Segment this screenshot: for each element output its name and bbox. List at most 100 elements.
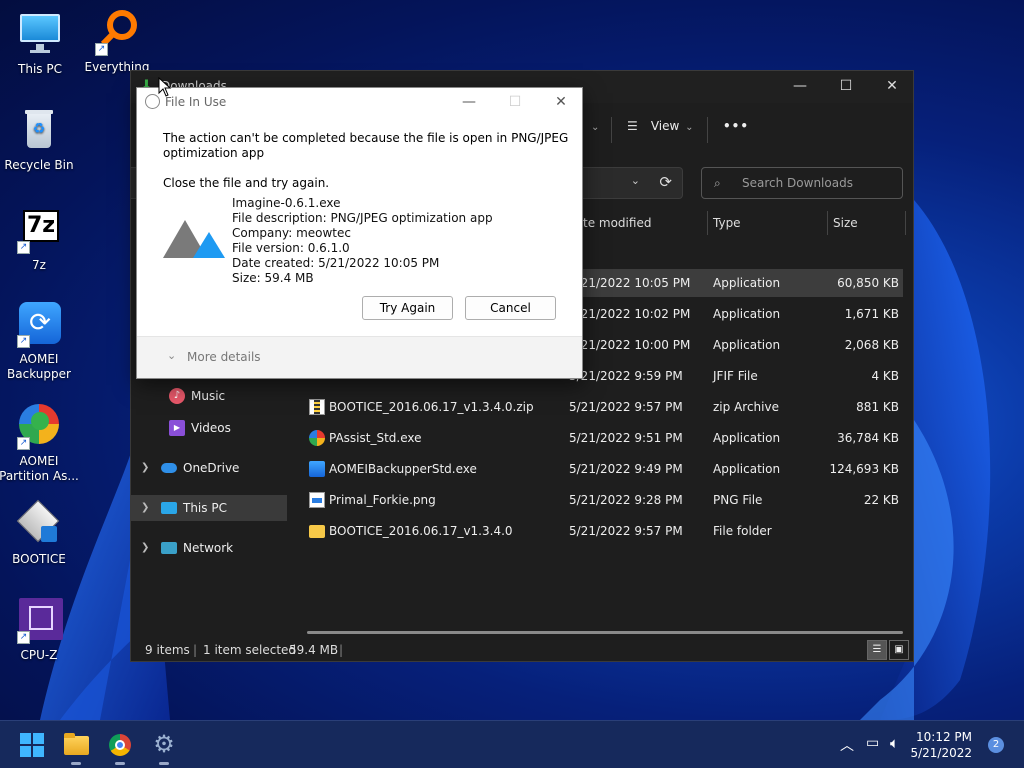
taskbar-clock[interactable]: 10:12 PM 5/21/2022 bbox=[910, 729, 972, 761]
taskbar-chrome[interactable] bbox=[104, 729, 136, 765]
recycle-bin-icon: ♻ bbox=[15, 106, 63, 154]
desktop-icon-aomei-partition[interactable]: ↗ AOMEI Partition As... bbox=[0, 402, 79, 484]
tiles-view-button[interactable]: ▣ bbox=[889, 640, 909, 660]
try-again-button[interactable]: Try Again bbox=[362, 296, 453, 320]
more-details-link[interactable]: More details bbox=[187, 350, 261, 364]
gear-icon: ⚙ bbox=[153, 730, 175, 758]
7zip-icon: 7z ↗ bbox=[15, 206, 63, 254]
address-dropdown-icon[interactable]: ⌄ bbox=[631, 174, 640, 187]
file-size: 124,693 KB bbox=[829, 462, 899, 476]
chevron-down-icon[interactable]: ⌄ bbox=[167, 349, 176, 362]
file-size: 881 KB bbox=[856, 400, 899, 414]
sort-chevron-icon[interactable]: ⌄ bbox=[591, 122, 599, 133]
file-row[interactable]: BOOTICE_2016.06.17_v1.3.4.0.zip 5/21/202… bbox=[307, 393, 903, 421]
file-info-line: Imagine-0.6.1.exe bbox=[232, 196, 341, 210]
windows-logo-icon bbox=[20, 733, 44, 757]
file-row[interactable]: AOMEIBackupperStd.exe 5/21/2022 9:49 PM … bbox=[307, 455, 903, 483]
video-icon: ▶ bbox=[169, 420, 185, 436]
close-button[interactable]: ✕ bbox=[869, 71, 915, 103]
desktop-icon-recycle-bin[interactable]: ♻ Recycle Bin bbox=[0, 106, 79, 173]
horizontal-scrollbar[interactable] bbox=[307, 631, 903, 634]
details-view-button[interactable]: ☰ bbox=[867, 640, 887, 660]
nav-label: OneDrive bbox=[183, 461, 240, 475]
toolbar-divider bbox=[707, 117, 708, 143]
desktop-icon-aomei-backupper[interactable]: ⟳ ↗ AOMEI Backupper bbox=[0, 300, 79, 382]
desktop-icon-label: AOMEI Partition As... bbox=[0, 454, 79, 483]
column-header-size[interactable]: Size bbox=[833, 207, 858, 239]
start-button[interactable] bbox=[16, 729, 48, 761]
view-list-icon: ☰ bbox=[627, 119, 638, 133]
file-size: 1,671 KB bbox=[844, 307, 899, 321]
file-date: 5/21/2022 10:05 PM bbox=[569, 276, 691, 290]
file-type: File folder bbox=[713, 524, 772, 538]
nav-item-network[interactable]: ❯ Network bbox=[131, 535, 287, 561]
file-size: 4 KB bbox=[871, 369, 899, 383]
folder-icon bbox=[64, 736, 89, 755]
nav-label: Network bbox=[183, 541, 234, 555]
cloud-icon bbox=[161, 463, 177, 473]
shortcut-arrow-icon: ↗ bbox=[17, 335, 30, 348]
column-header-type[interactable]: Type bbox=[713, 207, 741, 239]
file-size: 22 KB bbox=[863, 493, 899, 507]
running-indicator bbox=[115, 762, 125, 765]
volume-icon[interactable]: 🔈︎ bbox=[890, 734, 899, 752]
file-name: BOOTICE_2016.06.17_v1.3.4.0.zip bbox=[329, 400, 534, 414]
view-button[interactable]: ☰ View ⌄ bbox=[627, 119, 694, 133]
dialog-message: The action can't be completed because th… bbox=[163, 131, 568, 161]
file-info: Imagine-0.6.1.exe File description: PNG/… bbox=[232, 196, 493, 286]
nav-item-videos[interactable]: ▶ Videos bbox=[131, 415, 287, 441]
column-divider bbox=[707, 211, 708, 235]
desktop-icon-this-pc[interactable]: This PC bbox=[0, 10, 80, 77]
running-indicator bbox=[159, 762, 169, 765]
minimize-button[interactable]: — bbox=[777, 71, 823, 103]
dialog-minimize-button[interactable]: — bbox=[449, 90, 489, 116]
refresh-icon[interactable]: ⟳ bbox=[659, 173, 672, 191]
selected-size: 59.4 MB bbox=[289, 643, 339, 657]
file-info-line: Company: meowtec bbox=[232, 226, 351, 240]
file-row[interactable]: BOOTICE_2016.06.17_v1.3.4.0 5/21/2022 9:… bbox=[307, 517, 903, 545]
column-header-date[interactable]: te modified bbox=[583, 207, 651, 239]
status-divider: | bbox=[339, 643, 344, 657]
desktop-icon-label: AOMEI Backupper bbox=[7, 352, 71, 381]
shortcut-arrow-icon: ↗ bbox=[17, 437, 30, 450]
monitor-icon bbox=[16, 10, 64, 58]
file-size: 60,850 KB bbox=[837, 276, 899, 290]
desktop-icon-bootice[interactable]: BOOTICE bbox=[0, 499, 79, 567]
taskbar-settings[interactable]: ⚙ bbox=[148, 729, 180, 765]
chevron-up-icon[interactable]: ︿ bbox=[840, 735, 854, 755]
file-info-line: File description: PNG/JPEG optimization … bbox=[232, 211, 493, 225]
network-icon bbox=[161, 542, 177, 554]
nav-item-this-pc[interactable]: ❯ This PC bbox=[131, 495, 287, 521]
taskbar-file-explorer[interactable] bbox=[60, 729, 92, 765]
desktop-icon-cpu-z[interactable]: ↗ CPU-Z bbox=[0, 596, 79, 663]
notification-badge[interactable]: 2 bbox=[988, 737, 1004, 753]
search-icon: ⌕ bbox=[714, 176, 721, 190]
maximize-button[interactable]: ☐ bbox=[823, 71, 869, 103]
toolbar-divider bbox=[611, 117, 612, 143]
partition-app-icon bbox=[309, 430, 325, 446]
desktop-icon-7z[interactable]: 7z ↗ 7z bbox=[0, 206, 79, 273]
desktop-icon-label: 7z bbox=[32, 258, 46, 272]
chevron-right-icon: ❯ bbox=[141, 542, 150, 553]
file-name: BOOTICE_2016.06.17_v1.3.4.0 bbox=[329, 524, 513, 538]
file-type: Application bbox=[713, 338, 781, 352]
network-status-icon[interactable]: ▭ bbox=[866, 735, 879, 751]
search-input[interactable]: ⌕ Search Downloads bbox=[701, 167, 903, 199]
nav-item-onedrive[interactable]: ❯ OneDrive bbox=[131, 455, 287, 481]
nav-item-music[interactable]: ♪ Music bbox=[131, 383, 287, 409]
file-row[interactable]: Primal_Forkie.png 5/21/2022 9:28 PM PNG … bbox=[307, 486, 903, 514]
cancel-button[interactable]: Cancel bbox=[465, 296, 556, 320]
shortcut-arrow-icon: ↗ bbox=[17, 241, 30, 254]
file-in-use-dialog[interactable]: File In Use — ☐ ✕ The action can't be co… bbox=[136, 87, 583, 379]
dialog-close-button[interactable]: ✕ bbox=[541, 90, 581, 116]
desktop-icon-everything[interactable]: ↗ Everything bbox=[77, 8, 157, 75]
file-row[interactable]: PAssist_Std.exe 5/21/2022 9:51 PM Applic… bbox=[307, 424, 903, 452]
view-label: View bbox=[650, 119, 680, 133]
file-type: Application bbox=[713, 431, 781, 445]
file-type: PNG File bbox=[713, 493, 763, 507]
running-indicator bbox=[71, 762, 81, 765]
more-options-button[interactable]: ••• bbox=[723, 119, 749, 133]
taskbar: ⚙ ︿ ▭ 🔈︎ 10:12 PM 5/21/2022 2 bbox=[0, 720, 1024, 768]
clock-time: 10:12 PM bbox=[916, 730, 972, 744]
shortcut-arrow-icon: ↗ bbox=[17, 631, 30, 644]
